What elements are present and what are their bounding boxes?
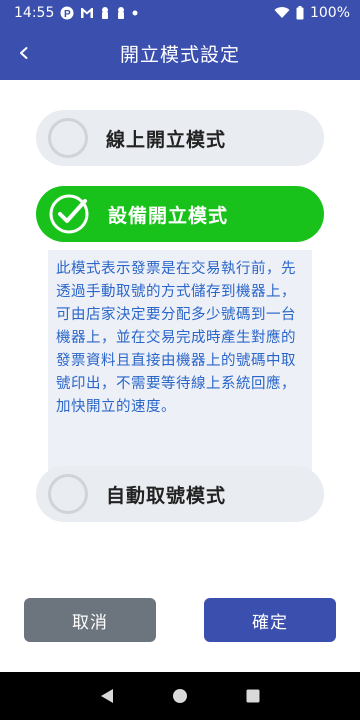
battery-percent: 100% bbox=[309, 5, 350, 21]
radio-unchecked-icon bbox=[48, 474, 88, 514]
nav-home-button[interactable] bbox=[168, 684, 192, 708]
gmail-icon bbox=[80, 7, 94, 19]
page-title: 開立模式設定 bbox=[119, 43, 240, 66]
battery-icon bbox=[296, 6, 304, 20]
radio-unchecked-icon bbox=[48, 118, 88, 158]
wifi-icon bbox=[274, 7, 290, 19]
back-button[interactable] bbox=[8, 37, 40, 69]
svg-text:P: P bbox=[64, 9, 71, 20]
option-online-mode[interactable]: 線上開立模式 bbox=[36, 110, 324, 166]
option-label: 自動取號模式 bbox=[106, 484, 227, 507]
option-auto-number-mode[interactable]: 自動取號模式 bbox=[36, 466, 324, 522]
check-circle-icon bbox=[49, 194, 89, 234]
security-icon bbox=[116, 6, 126, 20]
chevron-left-icon bbox=[20, 47, 28, 59]
recents-square-icon bbox=[246, 689, 260, 703]
back-triangle-icon bbox=[100, 689, 113, 703]
system-nav-bar bbox=[0, 672, 360, 720]
status-time: 14:55 bbox=[14, 5, 55, 21]
confirm-button[interactable]: 確定 bbox=[204, 598, 336, 642]
status-bar: 14:55 P 100% bbox=[0, 0, 360, 26]
dot-icon bbox=[132, 10, 138, 16]
mode-description: 此模式表示發票是在交易執行前，先透過手動取號的方式儲存到機器上，可由店家決定要分… bbox=[48, 250, 312, 472]
security-icon bbox=[100, 6, 110, 20]
option-label: 線上開立模式 bbox=[106, 128, 227, 151]
option-device-mode[interactable]: 設備開立模式 bbox=[36, 186, 324, 242]
content-area: 線上開立模式 設備開立模式 此模式表示發票是在交易執行前，先透過手動取號的方式儲… bbox=[0, 80, 360, 672]
nav-recents-button[interactable] bbox=[241, 684, 265, 708]
cancel-button[interactable]: 取消 bbox=[24, 598, 156, 642]
app-bar: 開立模式設定 bbox=[0, 26, 360, 80]
status-left: 14:55 P bbox=[14, 5, 138, 21]
app-p-icon: P bbox=[60, 6, 74, 20]
home-circle-icon bbox=[172, 689, 187, 703]
nav-back-button[interactable] bbox=[95, 684, 119, 708]
option-label: 設備開立模式 bbox=[108, 204, 229, 227]
status-right: 100% bbox=[274, 5, 350, 21]
